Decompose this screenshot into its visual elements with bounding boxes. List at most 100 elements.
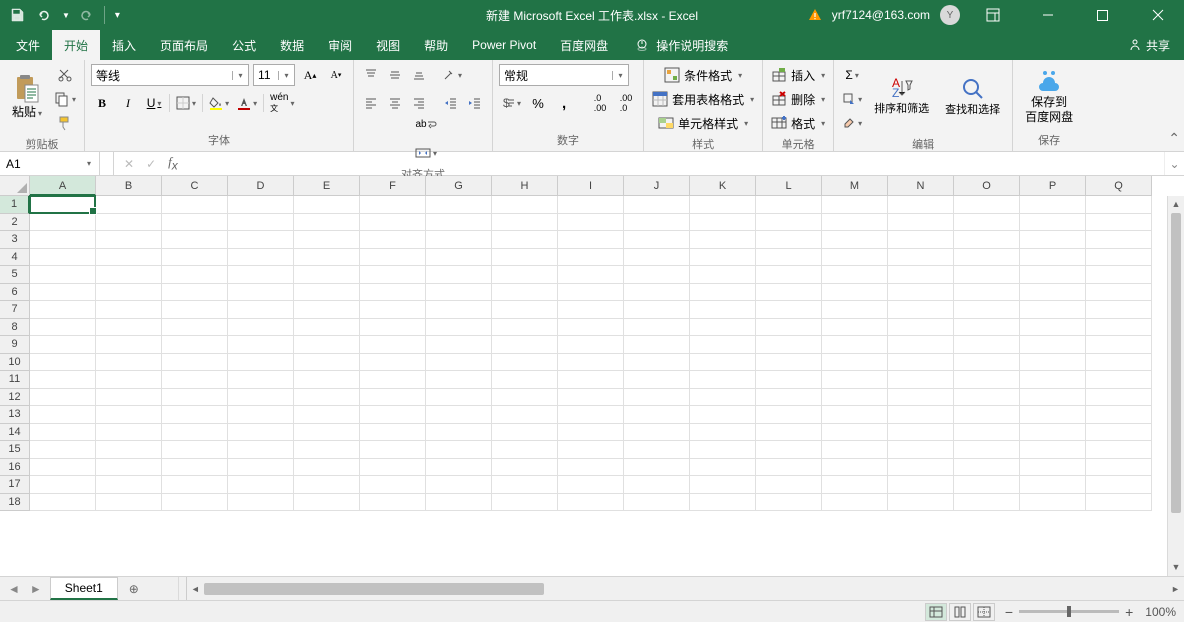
cell[interactable] xyxy=(558,389,624,407)
cell[interactable] xyxy=(558,336,624,354)
cell[interactable] xyxy=(822,214,888,232)
collapse-ribbon-icon[interactable]: ⌃ xyxy=(1168,130,1180,147)
cell[interactable] xyxy=(822,336,888,354)
cell[interactable] xyxy=(1020,196,1086,214)
cell[interactable] xyxy=(954,196,1020,214)
increase-decimal-button[interactable]: .0.00 xyxy=(589,92,611,114)
font-size-combo[interactable]: 11▾ xyxy=(253,64,295,86)
view-normal-icon[interactable] xyxy=(925,603,947,621)
sheet-next-icon[interactable]: ► xyxy=(30,582,42,596)
orientation-button[interactable]: ▾ xyxy=(440,64,464,86)
cell[interactable] xyxy=(360,266,426,284)
cell[interactable] xyxy=(624,494,690,512)
cell[interactable] xyxy=(228,266,294,284)
cell[interactable] xyxy=(1020,494,1086,512)
cell[interactable] xyxy=(294,301,360,319)
bold-button[interactable]: B xyxy=(91,92,113,114)
cell[interactable] xyxy=(162,494,228,512)
cell[interactable] xyxy=(294,406,360,424)
hscroll-thumb[interactable] xyxy=(204,583,544,595)
cell[interactable] xyxy=(294,196,360,214)
formula-input[interactable] xyxy=(188,152,1164,175)
cell[interactable] xyxy=(888,319,954,337)
cell[interactable] xyxy=(1086,196,1152,214)
cell[interactable] xyxy=(690,336,756,354)
row-header[interactable]: 15 xyxy=(0,441,30,459)
minimize-button[interactable] xyxy=(1025,0,1070,30)
cell[interactable] xyxy=(888,476,954,494)
cell[interactable] xyxy=(360,389,426,407)
cell[interactable] xyxy=(426,319,492,337)
column-header[interactable]: Q xyxy=(1086,176,1152,196)
align-middle-button[interactable] xyxy=(384,64,406,86)
cell[interactable] xyxy=(426,214,492,232)
cell[interactable] xyxy=(822,406,888,424)
cell[interactable] xyxy=(294,249,360,267)
cell[interactable] xyxy=(426,284,492,302)
cell[interactable] xyxy=(1020,319,1086,337)
column-header[interactable]: F xyxy=(360,176,426,196)
add-sheet-button[interactable]: ⊕ xyxy=(120,577,148,600)
maximize-button[interactable] xyxy=(1080,0,1125,30)
row-header[interactable]: 13 xyxy=(0,406,30,424)
decrease-indent-button[interactable] xyxy=(440,92,462,114)
cell[interactable] xyxy=(360,354,426,372)
cell[interactable] xyxy=(162,459,228,477)
row-header[interactable]: 6 xyxy=(0,284,30,302)
cell[interactable] xyxy=(1086,354,1152,372)
column-header[interactable]: L xyxy=(756,176,822,196)
cell[interactable] xyxy=(756,494,822,512)
cell[interactable] xyxy=(756,231,822,249)
cell[interactable] xyxy=(492,494,558,512)
view-page-break-icon[interactable] xyxy=(973,603,995,621)
cell[interactable] xyxy=(690,476,756,494)
cell[interactable] xyxy=(492,319,558,337)
font-name-combo[interactable]: 等线▾ xyxy=(91,64,249,86)
zoom-level[interactable]: 100% xyxy=(1145,605,1176,619)
row-header[interactable]: 5 xyxy=(0,266,30,284)
cell[interactable] xyxy=(954,214,1020,232)
row-header[interactable]: 10 xyxy=(0,354,30,372)
zoom-out-button[interactable]: − xyxy=(1005,604,1013,620)
cell[interactable] xyxy=(228,406,294,424)
cell[interactable] xyxy=(30,441,96,459)
cell[interactable] xyxy=(1086,494,1152,512)
wrap-text-button[interactable]: ab xyxy=(366,114,486,136)
cell[interactable] xyxy=(756,389,822,407)
name-box[interactable]: ▾ xyxy=(0,152,100,175)
cell[interactable] xyxy=(954,494,1020,512)
scroll-right-icon[interactable]: ► xyxy=(1167,584,1184,594)
cell[interactable] xyxy=(492,441,558,459)
cell[interactable] xyxy=(96,319,162,337)
cell[interactable] xyxy=(360,249,426,267)
cell[interactable] xyxy=(162,441,228,459)
cell[interactable] xyxy=(888,336,954,354)
cell[interactable] xyxy=(624,319,690,337)
format-table-button[interactable]: 套用表格格式▾ xyxy=(650,88,756,110)
cell[interactable] xyxy=(426,196,492,214)
cell[interactable] xyxy=(162,336,228,354)
cell[interactable] xyxy=(426,249,492,267)
cell[interactable] xyxy=(624,284,690,302)
align-center-button[interactable] xyxy=(384,92,406,114)
cell[interactable] xyxy=(162,406,228,424)
cell[interactable] xyxy=(294,459,360,477)
cell[interactable] xyxy=(888,389,954,407)
cell[interactable] xyxy=(888,424,954,442)
cell[interactable] xyxy=(690,214,756,232)
cell[interactable] xyxy=(756,371,822,389)
cell[interactable] xyxy=(888,354,954,372)
cell[interactable] xyxy=(360,231,426,249)
cell[interactable] xyxy=(294,284,360,302)
cell[interactable] xyxy=(1020,231,1086,249)
row-header[interactable]: 7 xyxy=(0,301,30,319)
scroll-thumb[interactable] xyxy=(1171,213,1181,513)
cell[interactable] xyxy=(426,266,492,284)
cell[interactable] xyxy=(756,196,822,214)
cell[interactable] xyxy=(822,196,888,214)
cell[interactable] xyxy=(294,389,360,407)
cell[interactable] xyxy=(624,231,690,249)
menu-tab-视图[interactable]: 视图 xyxy=(364,30,412,60)
expand-formula-bar-icon[interactable]: ⌄ xyxy=(1164,152,1184,175)
row-header[interactable]: 3 xyxy=(0,231,30,249)
